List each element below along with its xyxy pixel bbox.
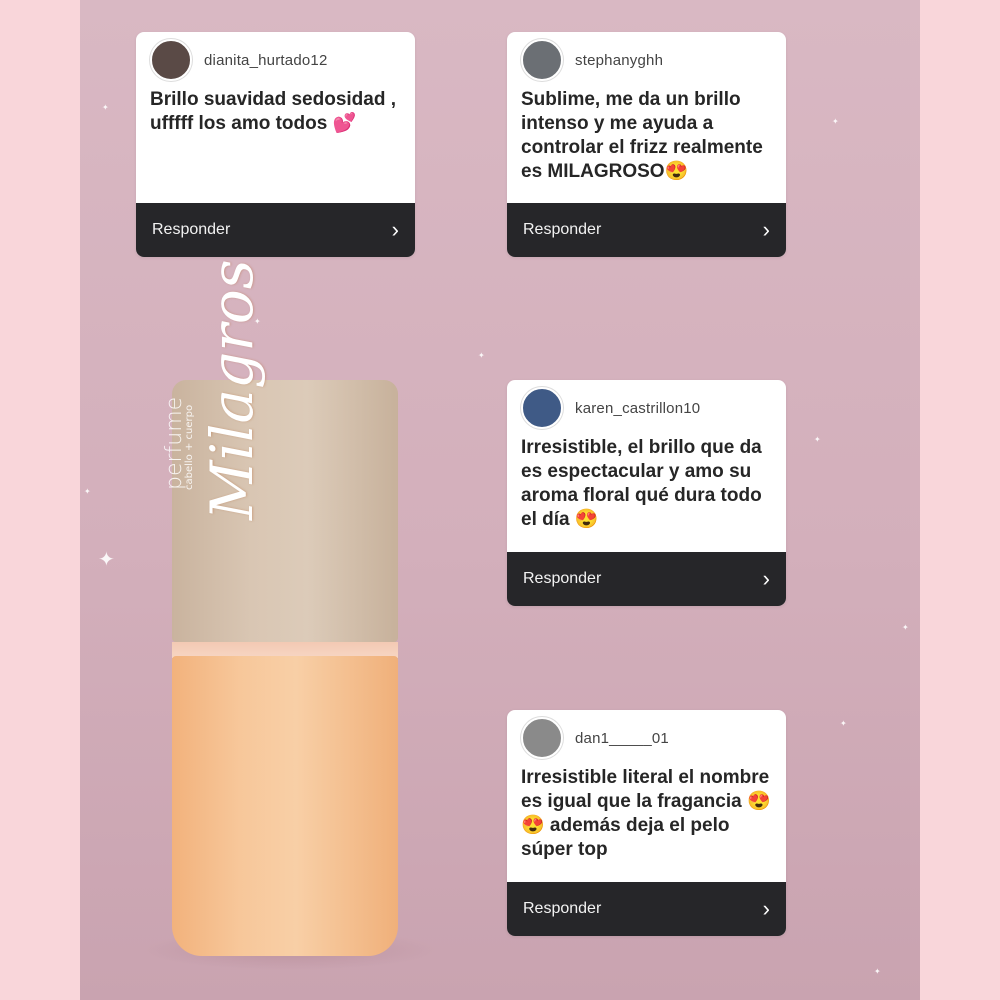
bottle-body	[172, 656, 398, 956]
sparkle-icon: ✦	[840, 719, 847, 728]
comment-text: Irresistible literal el nombre es igual …	[521, 767, 771, 860]
product-line2: cabello + cuerpo	[184, 404, 195, 490]
username[interactable]: stephanyghh	[575, 52, 663, 69]
reply-label: Responder	[152, 221, 231, 238]
product-brand: Milagros	[198, 259, 266, 520]
user-avatar[interactable]	[150, 39, 192, 81]
comment-header: karen_castrillon10	[507, 380, 786, 436]
sparkle-icon: ✦	[832, 117, 839, 126]
sparkle-icon: ✦	[874, 967, 881, 976]
comment-header: dan1_____01	[507, 710, 786, 766]
chevron-right-icon: ›	[762, 217, 770, 242]
reply-button[interactable]: Responder ›	[507, 882, 786, 936]
reply-label: Responder	[523, 221, 602, 238]
comment-card: karen_castrillon10 Irresistible, el bril…	[507, 380, 786, 606]
user-avatar[interactable]	[521, 387, 563, 429]
chevron-right-icon: ›	[762, 896, 770, 921]
comment-text: Brillo suavidad sedosidad , ufffff los a…	[150, 89, 397, 134]
chevron-right-icon: ›	[762, 566, 770, 591]
user-avatar[interactable]	[521, 717, 563, 759]
user-avatar[interactable]	[521, 39, 563, 81]
sparkle-icon: ✦	[84, 487, 91, 496]
reply-label: Responder	[523, 570, 602, 587]
sparkle-icon: ✦	[98, 549, 115, 571]
reply-button[interactable]: Responder ›	[507, 203, 786, 257]
comment-card: dianita_hurtado12 Brillo suavidad sedosi…	[136, 32, 415, 257]
sparkle-icon: ✦	[902, 623, 909, 632]
comment-text: Irresistible, el brillo que da es espect…	[521, 437, 762, 530]
comment-header: dianita_hurtado12	[136, 32, 415, 88]
reply-button[interactable]: Responder ›	[136, 203, 415, 257]
username[interactable]: karen_castrillon10	[575, 400, 700, 417]
sparkle-icon: ✦	[478, 351, 485, 360]
comment-text: Sublime, me da un brillo intenso y me ay…	[521, 89, 763, 182]
comment-card: dan1_____01 Irresistible literal el nomb…	[507, 710, 786, 936]
chevron-right-icon: ›	[391, 217, 399, 242]
username[interactable]: dianita_hurtado12	[204, 52, 328, 69]
comment-header: stephanyghh	[507, 32, 786, 88]
comment-card: stephanyghh Sublime, me da un brillo int…	[507, 32, 786, 257]
reply-label: Responder	[523, 900, 602, 917]
sparkle-icon: ✦	[814, 435, 821, 444]
reply-button[interactable]: Responder ›	[507, 552, 786, 606]
sparkle-icon: ✦	[102, 103, 109, 112]
username[interactable]: dan1_____01	[575, 730, 669, 747]
